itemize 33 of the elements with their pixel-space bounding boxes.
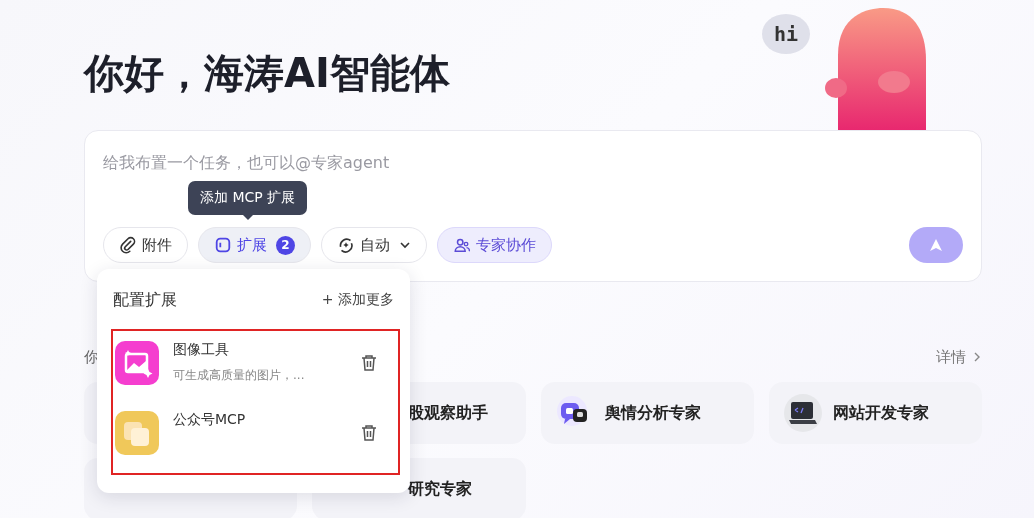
agent-name: 舆情分析专家 <box>604 402 701 424</box>
users-icon <box>453 236 471 254</box>
agent-name: 股观察助手 <box>408 402 489 424</box>
paperclip-icon <box>119 236 137 254</box>
agent-name: 研究专家 <box>408 478 473 500</box>
toolbar-button[interactable]: 自动 <box>321 227 427 263</box>
tooltip-pointer-icon <box>242 215 253 220</box>
agent-name: 网站开发专家 <box>832 402 929 424</box>
add-more-link[interactable]: + 添加更多 <box>321 291 394 309</box>
arrow-up-icon <box>928 237 944 253</box>
trash-icon[interactable] <box>360 354 378 372</box>
count-badge: 2 <box>276 235 295 255</box>
sparkle-cycle-icon <box>337 236 355 254</box>
laptop-icon <box>782 393 823 433</box>
task-input-field[interactable]: 给我布置一个任务，也可以@专家agent <box>103 149 963 175</box>
popup-title: 配置扩展 <box>113 289 177 311</box>
extension-name: 图像工具 <box>173 341 230 359</box>
tooltip: 添加 MCP 扩展 <box>188 181 308 215</box>
chevron-down-icon <box>399 239 411 251</box>
toolbar-button[interactable]: 专家协作 <box>437 227 552 263</box>
agent-card[interactable]: 网站开发专家 <box>768 382 982 444</box>
image-sparkle-icon <box>115 341 159 385</box>
agent-card[interactable]: 舆情分析专家 <box>540 382 754 444</box>
toolbar-button[interactable]: 扩展 2 <box>198 227 311 263</box>
speech-bubble: hi <box>762 14 810 54</box>
extension-description: 可生成高质量的图片，... <box>173 367 306 384</box>
trash-icon[interactable] <box>360 424 378 442</box>
extension-name: 公众号MCP <box>173 411 247 429</box>
toolbar-button[interactable]: 附件 <box>103 227 188 263</box>
stacked-squares-icon <box>115 411 159 455</box>
chevron-right-icon <box>972 351 982 363</box>
details-link[interactable]: 详情 <box>936 347 982 367</box>
greeting-title: 你好，海涛AI智能体 <box>84 49 450 98</box>
